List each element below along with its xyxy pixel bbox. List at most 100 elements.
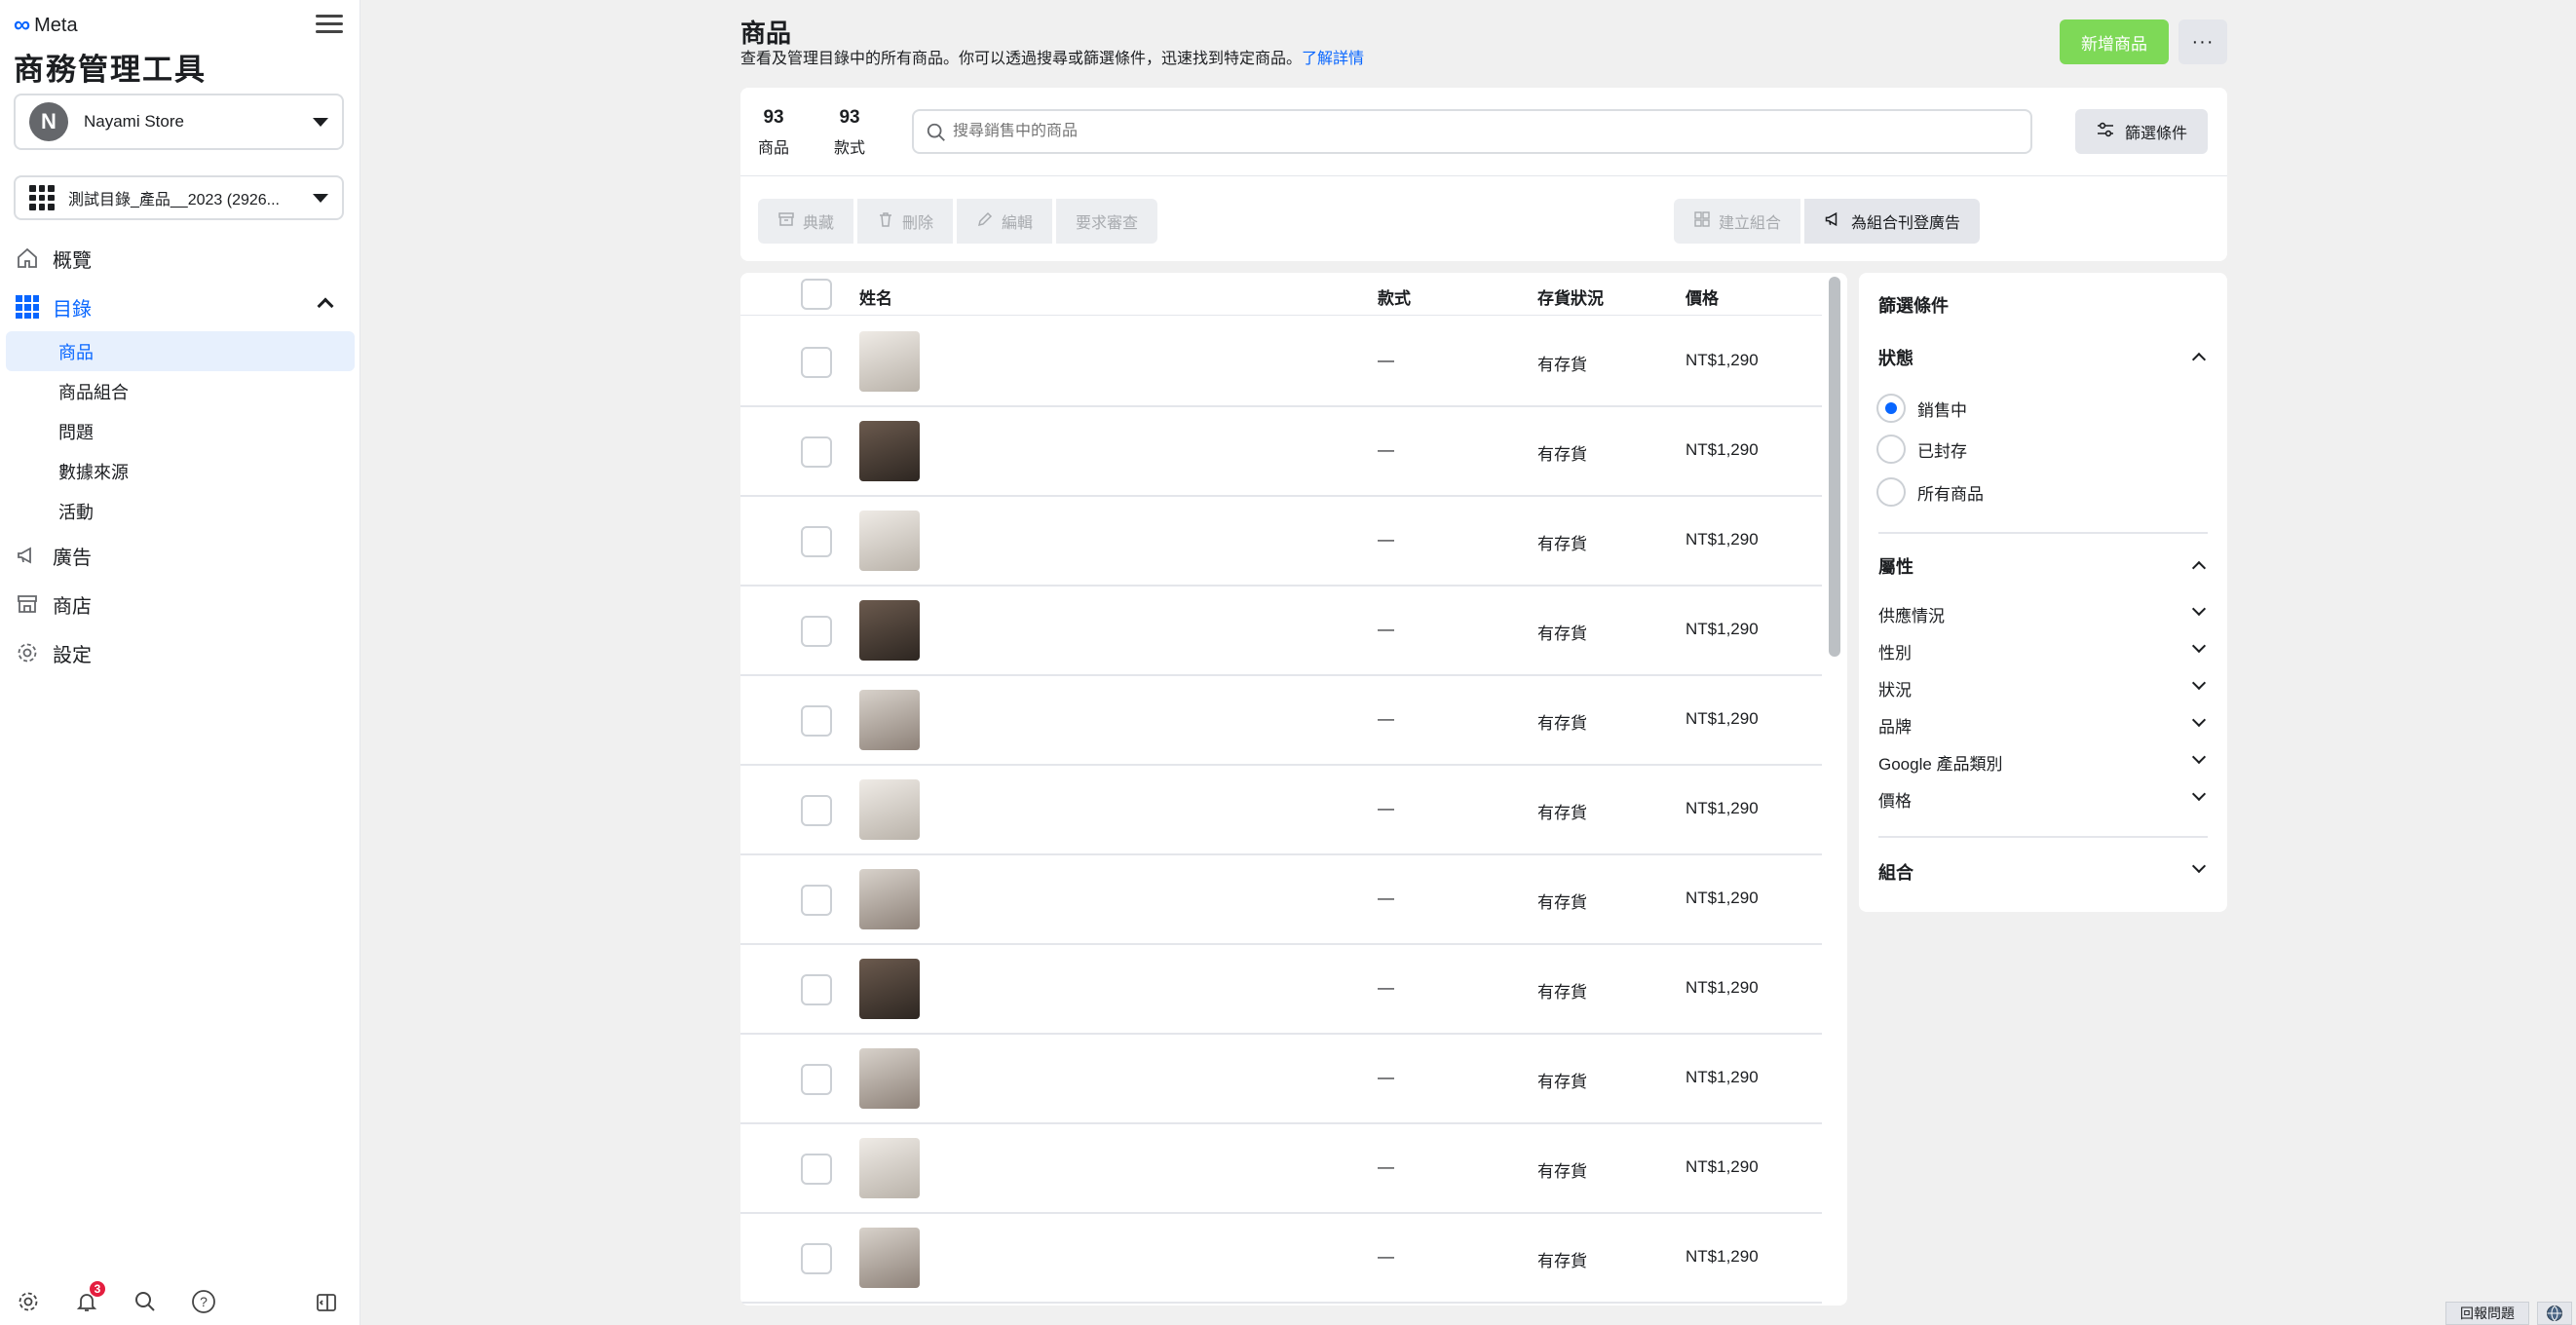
row-checkbox[interactable]: [801, 347, 832, 378]
column-header-stock[interactable]: 存貨狀況: [1537, 284, 1604, 309]
attributes-section-label[interactable]: 屬性: [1878, 553, 1913, 579]
advertise-set-button[interactable]: 為組合刊登廣告: [1804, 199, 1981, 244]
archive-label: 典藏: [803, 215, 835, 232]
table-row[interactable]: — 有存貨 NT$1,290: [740, 497, 1822, 587]
radio-button[interactable]: [1876, 394, 1906, 423]
table-scrollbar[interactable]: [1829, 277, 1840, 657]
search-icon[interactable]: [131, 1287, 160, 1316]
table-row[interactable]: — 有存貨 NT$1,290: [740, 407, 1822, 497]
notifications-bell-icon[interactable]: 3: [72, 1281, 105, 1316]
status-section-label[interactable]: 狀態: [1878, 345, 1913, 370]
row-checkbox[interactable]: [801, 1154, 832, 1185]
sidebar-item-settings[interactable]: 設定: [0, 628, 360, 677]
radio-button[interactable]: [1876, 435, 1906, 464]
sidebar-subitem-events[interactable]: 活動: [6, 491, 355, 531]
product-thumbnail[interactable]: [859, 600, 920, 661]
chevron-up-icon[interactable]: [317, 297, 334, 315]
search-input[interactable]: [953, 123, 2030, 140]
attribute-filter-condition[interactable]: 狀況: [1878, 675, 2208, 700]
row-checkbox[interactable]: [801, 526, 832, 557]
sidebar-subitem-product-sets[interactable]: 商品組合: [6, 371, 355, 411]
sidebar-item-catalog[interactable]: 目錄: [0, 283, 360, 331]
delete-button[interactable]: 刪除: [857, 199, 954, 244]
status-option-all[interactable]: 所有商品: [1876, 477, 1984, 507]
megaphone-icon: [14, 542, 41, 569]
more-options-button[interactable]: ···: [2178, 19, 2227, 64]
store-selector[interactable]: N Nayami Store: [14, 94, 344, 150]
product-thumbnail[interactable]: [859, 1138, 920, 1198]
product-thumbnail[interactable]: [859, 421, 920, 481]
request-review-button[interactable]: 要求審查: [1056, 199, 1158, 244]
chevron-down-icon[interactable]: [2191, 858, 2207, 874]
learn-more-link[interactable]: 了解詳情: [1302, 51, 1364, 67]
table-row[interactable]: — 有存貨 NT$1,290: [740, 855, 1822, 945]
sidebar-item-shop[interactable]: 商店: [0, 580, 360, 628]
report-problem-button[interactable]: 回報問題: [2445, 1302, 2529, 1325]
product-thumbnail[interactable]: [859, 511, 920, 571]
table-row[interactable]: — 有存貨 NT$1,290: [740, 766, 1822, 855]
sidebar-subitem-data-sources[interactable]: 數據來源: [6, 451, 355, 491]
table-row[interactable]: — 有存貨 NT$1,290: [740, 1214, 1822, 1304]
product-thumbnail[interactable]: [859, 690, 920, 750]
sidebar-subitem-products[interactable]: 商品: [6, 331, 355, 371]
catalog-grid-icon: [29, 185, 55, 210]
row-checkbox[interactable]: [801, 1064, 832, 1095]
product-thumbnail[interactable]: [859, 1228, 920, 1288]
table-row[interactable]: — 有存貨 NT$1,290: [740, 1124, 1822, 1214]
product-thumbnail[interactable]: [859, 869, 920, 929]
catalog-selector[interactable]: 測試目錄_產品__2023 (2926...: [14, 175, 344, 220]
sidebar-item-overview[interactable]: 概覽: [0, 234, 360, 283]
meta-logo[interactable]: ∞ Meta: [14, 12, 78, 39]
sidebar-item-ads[interactable]: 廣告: [0, 531, 360, 580]
search-field[interactable]: [912, 109, 2032, 154]
attribute-filter-google-category[interactable]: Google 產品類別: [1878, 749, 2208, 775]
sidebar-subitem-issues[interactable]: 問題: [6, 411, 355, 451]
table-row[interactable]: — 有存貨 NT$1,290: [740, 318, 1822, 407]
settings-gear-icon[interactable]: [14, 1287, 43, 1316]
row-checkbox[interactable]: [801, 436, 832, 468]
globe-help-icon[interactable]: [2537, 1302, 2572, 1325]
table-row[interactable]: — 有存貨 NT$1,290: [740, 1035, 1822, 1124]
collapse-sidebar-icon[interactable]: [312, 1288, 341, 1317]
radio-button[interactable]: [1876, 477, 1906, 507]
product-thumbnail[interactable]: [859, 959, 920, 1019]
attribute-filter-gender[interactable]: 性別: [1878, 638, 2208, 663]
table-row[interactable]: — 有存貨 NT$1,290: [740, 587, 1822, 676]
status-option-archived[interactable]: 已封存: [1876, 435, 1967, 464]
app-title: 商務管理工具: [14, 53, 207, 87]
menu-icon[interactable]: [316, 12, 343, 35]
row-checkbox[interactable]: [801, 795, 832, 826]
help-icon[interactable]: ?: [189, 1287, 218, 1316]
variants-count-label: 款式: [834, 140, 866, 157]
row-checkbox[interactable]: [801, 1243, 832, 1274]
product-thumbnail[interactable]: [859, 1048, 920, 1109]
select-all-checkbox[interactable]: [801, 279, 832, 310]
row-checkbox[interactable]: [801, 974, 832, 1005]
product-thumbnail[interactable]: [859, 779, 920, 840]
table-row[interactable]: — 有存貨 NT$1,290: [740, 945, 1822, 1035]
store-name: Nayami Store: [84, 112, 184, 131]
chevron-up-icon[interactable]: [2191, 560, 2207, 576]
sets-section-label[interactable]: 組合: [1878, 859, 1913, 885]
price-cell: NT$1,290: [1686, 530, 1759, 549]
attribute-filter-availability[interactable]: 供應情況: [1878, 601, 2208, 626]
chevron-down-icon: [2191, 638, 2207, 654]
row-checkbox[interactable]: [801, 885, 832, 916]
add-product-button[interactable]: 新增商品: [2060, 19, 2169, 64]
product-thumbnail[interactable]: [859, 331, 920, 392]
filter-button[interactable]: 篩選條件: [2075, 109, 2208, 154]
column-header-variant[interactable]: 款式: [1378, 284, 1411, 309]
create-set-button[interactable]: 建立組合: [1674, 199, 1801, 244]
status-option-active[interactable]: 銷售中: [1876, 394, 1967, 423]
chevron-up-icon[interactable]: [2191, 352, 2207, 367]
attribute-filter-brand[interactable]: 品牌: [1878, 712, 2208, 738]
row-checkbox[interactable]: [801, 705, 832, 737]
attribute-filter-price[interactable]: 價格: [1878, 786, 2208, 812]
archive-button[interactable]: 典藏: [758, 199, 854, 244]
column-header-name[interactable]: 姓名: [859, 284, 892, 309]
row-checkbox[interactable]: [801, 616, 832, 647]
edit-button[interactable]: 編輯: [957, 199, 1053, 244]
table-row[interactable]: — 有存貨 NT$1,290: [740, 676, 1822, 766]
variants-count: 93 款式: [834, 107, 865, 158]
column-header-price[interactable]: 價格: [1686, 284, 1719, 309]
